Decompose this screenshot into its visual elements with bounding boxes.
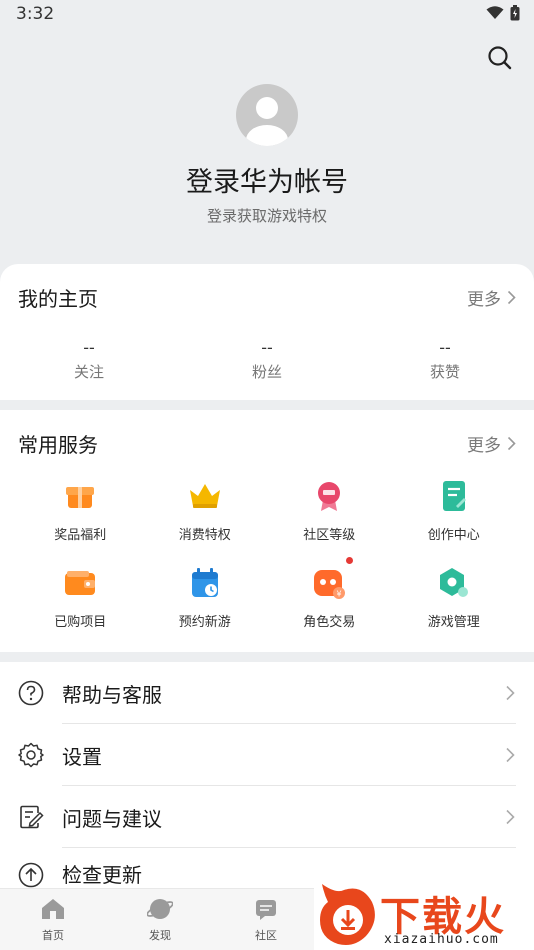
discover-icon (146, 899, 174, 919)
my-home-card: 我的主页 更多 -- 关注 -- 粉丝 -- 获赞 (0, 264, 534, 400)
service-reserve-new-games[interactable]: 预约新游 (143, 565, 268, 630)
stat-label: 关注 (73, 363, 104, 381)
service-label: 奖品福利 (54, 528, 107, 543)
service-label: 预约新游 (178, 615, 231, 630)
menu-label: 帮助与客服 (62, 682, 162, 707)
flame-logo-icon (320, 884, 375, 945)
crown-icon (189, 484, 220, 508)
document-edit-icon (442, 481, 466, 511)
stat-following[interactable]: -- 关注 (0, 338, 178, 382)
login-subtitle: 登录获取游戏特权 (206, 207, 327, 225)
gear-icon (18, 742, 44, 768)
menu-label: 设置 (62, 744, 102, 769)
service-community-level[interactable]: 社区等级 (267, 478, 392, 543)
menu-help-support[interactable]: 帮助与客服 (18, 662, 516, 724)
service-label: 角色交易 (303, 615, 356, 630)
stat-fans[interactable]: -- 粉丝 (178, 338, 356, 382)
search-icon (488, 46, 512, 70)
settings-menu: 帮助与客服 设置 问题与建议 检查更新 (0, 662, 534, 888)
services-card: 常用服务 更多 奖品福利 消费特权 社区等级 创作中心 已购项目 预约新游 ¥ … (0, 410, 534, 652)
more-label: 更多 (467, 289, 501, 310)
game-character-icon: ¥ (314, 570, 346, 599)
status-icons (486, 5, 520, 21)
status-time: 3:32 (16, 4, 55, 24)
nav-discover[interactable]: 发现 (130, 897, 190, 943)
stat-label: 粉丝 (251, 363, 282, 381)
avatar[interactable] (236, 84, 298, 146)
service-purchased-items[interactable]: 已购项目 (18, 565, 143, 630)
service-spending-privileges[interactable]: 消费特权 (143, 478, 268, 543)
gift-icon (66, 487, 95, 508)
stat-value: -- (83, 338, 95, 357)
battery-icon (510, 5, 520, 21)
menu-settings[interactable]: 设置 (18, 724, 516, 786)
hexagon-manage-icon (439, 568, 468, 597)
nav-community[interactable]: 社区 (236, 897, 296, 943)
menu-feedback[interactable]: 问题与建议 (18, 786, 516, 848)
watermark-url: xiazaihuo.com (384, 932, 499, 947)
chevron-right-icon (506, 747, 515, 763)
nav-label: 首页 (42, 929, 64, 942)
service-label: 社区等级 (303, 528, 356, 543)
services-more-button[interactable]: 更多 (467, 431, 516, 456)
my-home-title: 我的主页 (18, 286, 98, 311)
service-creator-center[interactable]: 创作中心 (392, 478, 517, 543)
community-icon (256, 900, 276, 920)
status-bar: 3:32 (0, 0, 534, 28)
stat-value: -- (439, 338, 451, 357)
notification-dot (346, 557, 354, 564)
service-label: 游戏管理 (427, 615, 480, 630)
svg-text:¥: ¥ (337, 590, 342, 599)
nav-home[interactable]: 首页 (23, 897, 83, 943)
login-title[interactable]: 登录华为帐号 (0, 160, 534, 199)
chevron-right-icon (507, 290, 516, 304)
chevron-right-icon (506, 809, 515, 825)
nav-label: 发现 (149, 929, 171, 942)
wallet-icon (65, 571, 96, 595)
service-label: 创作中心 (427, 528, 480, 543)
service-label: 消费特权 (178, 528, 231, 543)
service-label: 已购项目 (54, 615, 107, 630)
calendar-icon (191, 568, 218, 597)
nav-label: 社区 (255, 929, 277, 942)
stat-value: -- (261, 338, 273, 357)
my-home-more-button[interactable]: 更多 (467, 285, 516, 310)
chevron-right-icon (507, 436, 516, 450)
home-icon (42, 899, 64, 919)
wifi-icon (486, 6, 504, 19)
stat-label: 获赞 (429, 363, 460, 381)
update-icon (18, 862, 44, 888)
login-profile[interactable]: 登录华为帐号 登录获取游戏特权 (0, 84, 534, 226)
medal-icon (318, 482, 341, 511)
stat-likes[interactable]: -- 获赞 (356, 338, 534, 382)
help-icon (18, 680, 44, 706)
services-title: 常用服务 (18, 432, 98, 457)
watermark-logo: 下载火 xiazaihuo.com (314, 880, 534, 950)
default-avatar-icon (246, 97, 288, 146)
more-label: 更多 (467, 435, 501, 456)
service-character-trading[interactable]: ¥ 角色交易 (267, 557, 392, 630)
service-prize-benefits[interactable]: 奖品福利 (18, 478, 143, 543)
service-game-management[interactable]: 游戏管理 (392, 565, 517, 630)
search-button[interactable] (486, 44, 514, 72)
menu-label: 问题与建议 (62, 806, 162, 831)
feedback-icon (20, 805, 44, 829)
chevron-right-icon (506, 685, 515, 701)
